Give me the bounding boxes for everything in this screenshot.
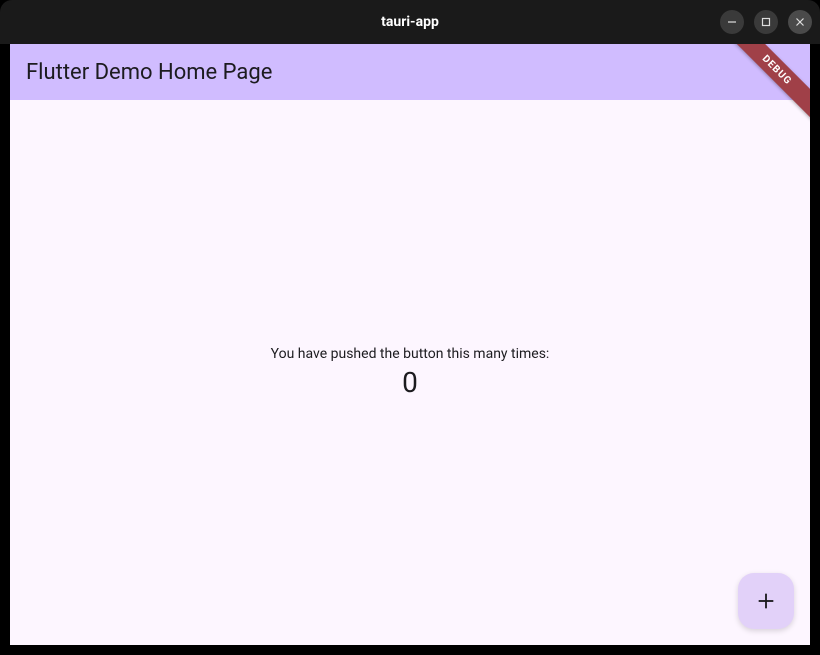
plus-icon: [755, 590, 777, 612]
minimize-icon: [727, 17, 737, 27]
page-title: Flutter Demo Home Page: [26, 60, 272, 85]
maximize-button[interactable]: [754, 10, 778, 34]
increment-button[interactable]: [738, 573, 794, 629]
close-button[interactable]: [788, 10, 812, 34]
window-titlebar[interactable]: tauri-app: [0, 0, 820, 44]
minimize-button[interactable]: [720, 10, 744, 34]
close-icon: [795, 17, 805, 27]
window-controls: [720, 10, 812, 34]
window-title: tauri-app: [381, 14, 439, 30]
counter-prompt-text: You have pushed the button this many tim…: [271, 346, 550, 362]
body-area: You have pushed the button this many tim…: [10, 100, 810, 645]
maximize-icon: [761, 17, 771, 27]
counter-value: 0: [402, 366, 418, 399]
appbar: Flutter Demo Home Page: [10, 44, 810, 100]
app-content: Flutter Demo Home Page You have pushed t…: [10, 44, 810, 645]
application-window: tauri-app Flutter Demo Home Pag: [0, 0, 820, 655]
